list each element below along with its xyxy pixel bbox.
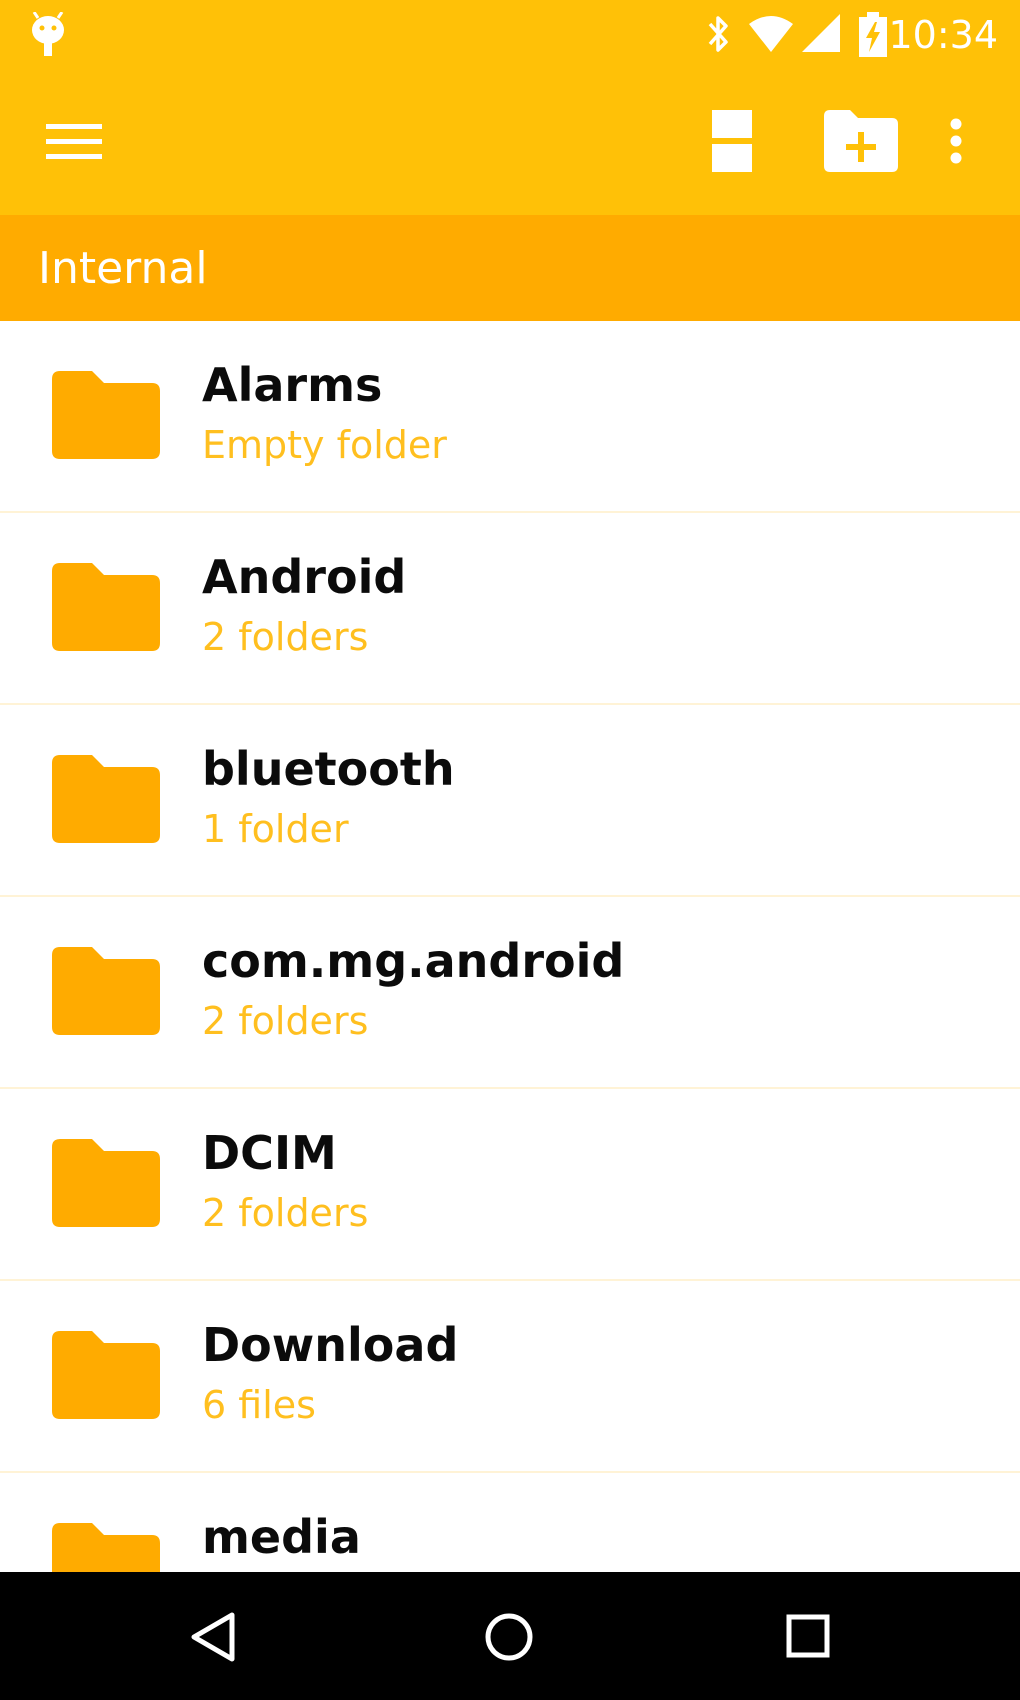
location-label: Internal: [38, 243, 208, 294]
navigation-bar: [0, 1572, 1020, 1700]
status-bar: 10:34: [0, 0, 1020, 72]
folder-name: Alarms: [202, 358, 383, 412]
home-icon[interactable]: [484, 1612, 534, 1662]
list-item[interactable]: DCIM 2 folders: [0, 1089, 1020, 1281]
folder-icon: [52, 947, 160, 1035]
folder-icon: [52, 1139, 160, 1227]
folder-name: Download: [202, 1318, 459, 1372]
list-item[interactable]: Android 2 folders: [0, 513, 1020, 705]
folder-name: media: [202, 1510, 361, 1564]
folder-meta: 2 folders: [202, 1191, 369, 1235]
wifi-icon: [749, 16, 793, 52]
android-debug-icon: [32, 12, 64, 56]
list-item[interactable]: bluetooth 1 folder: [0, 705, 1020, 897]
folder-list[interactable]: Alarms Empty folder Android 2 folders bl…: [0, 321, 1020, 1572]
folder-name: com.mg.android: [202, 934, 625, 988]
battery-charging-icon: [859, 12, 887, 57]
overflow-menu-icon[interactable]: [946, 118, 966, 164]
folder-meta: Empty folder: [202, 423, 447, 467]
cell-signal-icon: [802, 14, 840, 52]
folder-meta: 2 folders: [202, 999, 369, 1043]
folder-name: Android: [202, 550, 407, 604]
app-bar: [0, 72, 1020, 215]
folder-icon: [52, 1523, 160, 1572]
new-folder-icon[interactable]: [824, 110, 898, 172]
folder-name: DCIM: [202, 1126, 337, 1180]
status-time: 10:34: [888, 13, 998, 57]
recents-icon[interactable]: [786, 1614, 830, 1658]
list-item[interactable]: Alarms Empty folder: [0, 321, 1020, 513]
folder-meta: 2 folders: [202, 615, 369, 659]
folder-icon: [52, 563, 160, 651]
list-item[interactable]: media: [0, 1473, 1020, 1572]
location-bar[interactable]: Internal: [0, 215, 1020, 321]
screen: 10:34 Internal Alarms Empty folder Andro…: [0, 0, 1020, 1700]
list-item[interactable]: com.mg.android 2 folders: [0, 897, 1020, 1089]
bluetooth-icon: [708, 16, 728, 52]
folder-meta: 1 folder: [202, 807, 349, 851]
hamburger-menu-icon[interactable]: [46, 122, 102, 162]
folder-icon: [52, 755, 160, 843]
view-toggle-icon[interactable]: [712, 110, 752, 172]
folder-icon: [52, 1331, 160, 1419]
list-item[interactable]: Download 6 files: [0, 1281, 1020, 1473]
folder-icon: [52, 371, 160, 459]
folder-meta: 6 files: [202, 1383, 316, 1427]
back-icon[interactable]: [190, 1612, 236, 1662]
folder-name: bluetooth: [202, 742, 455, 796]
